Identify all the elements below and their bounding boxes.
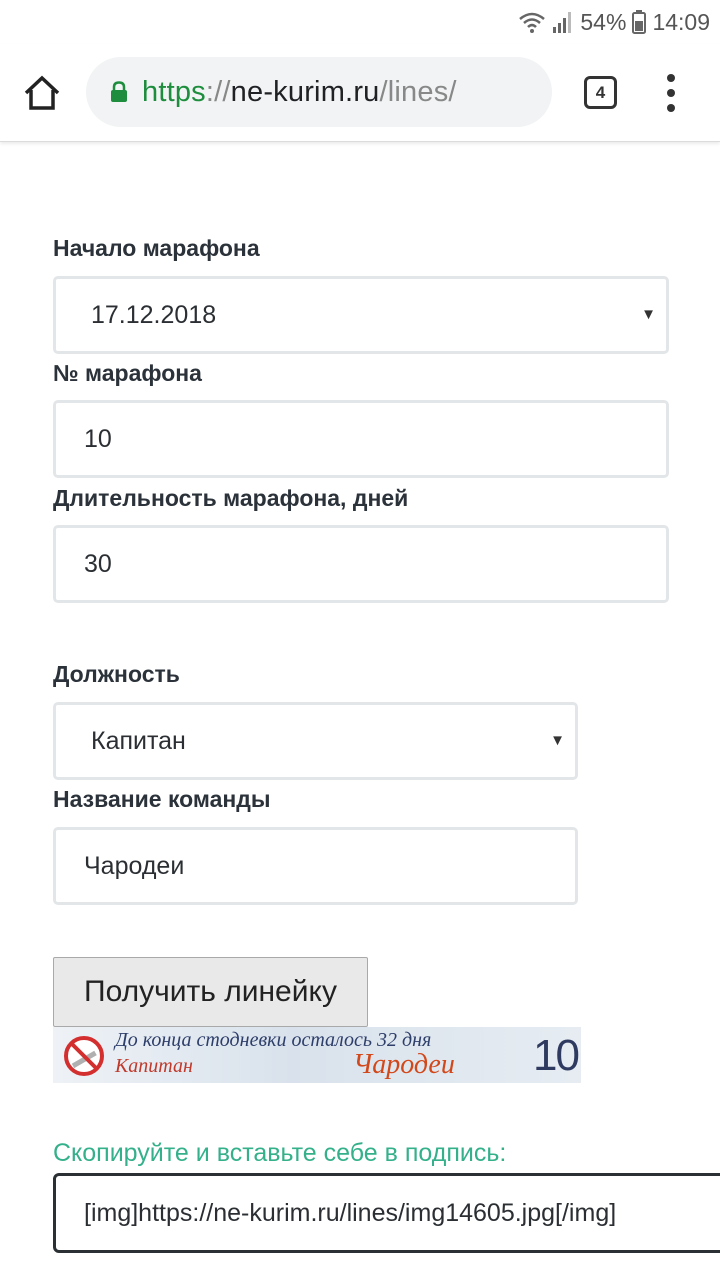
signal-icon	[553, 12, 572, 33]
clock: 14:09	[652, 8, 710, 35]
url-path: /lines/	[379, 75, 457, 108]
no-smoking-icon	[64, 1036, 104, 1076]
url-text: https://ne-kurim.ru/lines/	[142, 76, 457, 109]
duration-input[interactable]: 30	[53, 525, 669, 603]
url-scheme: https	[142, 75, 206, 108]
battery-percent: 54%	[580, 8, 627, 35]
browser-toolbar: https://ne-kurim.ru/lines/ 4	[0, 44, 720, 142]
tab-switcher-button[interactable]: 4	[584, 76, 617, 109]
start-date-select[interactable]: 17.12.2018 ▼	[53, 276, 669, 354]
start-date-label: Начало марафона	[53, 235, 260, 261]
wifi-icon	[519, 12, 546, 33]
marathon-number-value: 10	[84, 424, 112, 453]
get-line-button[interactable]: Получить линейку	[53, 957, 368, 1027]
position-select[interactable]: Капитан ▼	[53, 702, 578, 780]
banner-number: 10	[533, 1031, 580, 1080]
team-name-label: Название команды	[53, 786, 271, 812]
start-date-value: 17.12.2018	[91, 300, 217, 329]
position-label: Должность	[53, 661, 180, 687]
address-bar[interactable]: https://ne-kurim.ru/lines/	[86, 57, 552, 127]
battery-icon	[632, 10, 647, 34]
team-name-input[interactable]: Чародеи	[53, 827, 578, 905]
banner-team: Чародеи	[353, 1049, 455, 1080]
chevron-down-icon: ▼	[550, 732, 565, 749]
lock-icon	[111, 81, 127, 102]
banner-position: Капитан	[115, 1055, 193, 1077]
status-bar: 54% 14:09	[0, 0, 720, 44]
home-icon[interactable]	[20, 71, 64, 115]
duration-value: 30	[84, 549, 112, 578]
copy-hint: Скопируйте и вставьте себе в подпись:	[53, 1139, 507, 1167]
signature-code-field[interactable]: [img]https://ne-kurim.ru/lines/img14605.…	[53, 1173, 720, 1253]
more-menu-icon[interactable]	[662, 74, 680, 114]
duration-label: Длительность марафона, дней	[53, 485, 409, 511]
team-name-value: Чародеи	[84, 851, 185, 880]
marathon-number-label: № марафона	[53, 360, 202, 386]
url-host: ne-kurim.ru	[230, 75, 380, 108]
status-icons: 54% 14:09	[518, 6, 710, 38]
url-separator: ://	[205, 75, 231, 108]
chevron-down-icon: ▼	[641, 306, 656, 323]
marathon-number-input[interactable]: 10	[53, 400, 669, 478]
position-value: Капитан	[91, 726, 186, 755]
generated-banner-image: До конца стодневки осталось 32 дня Капит…	[53, 1027, 581, 1083]
